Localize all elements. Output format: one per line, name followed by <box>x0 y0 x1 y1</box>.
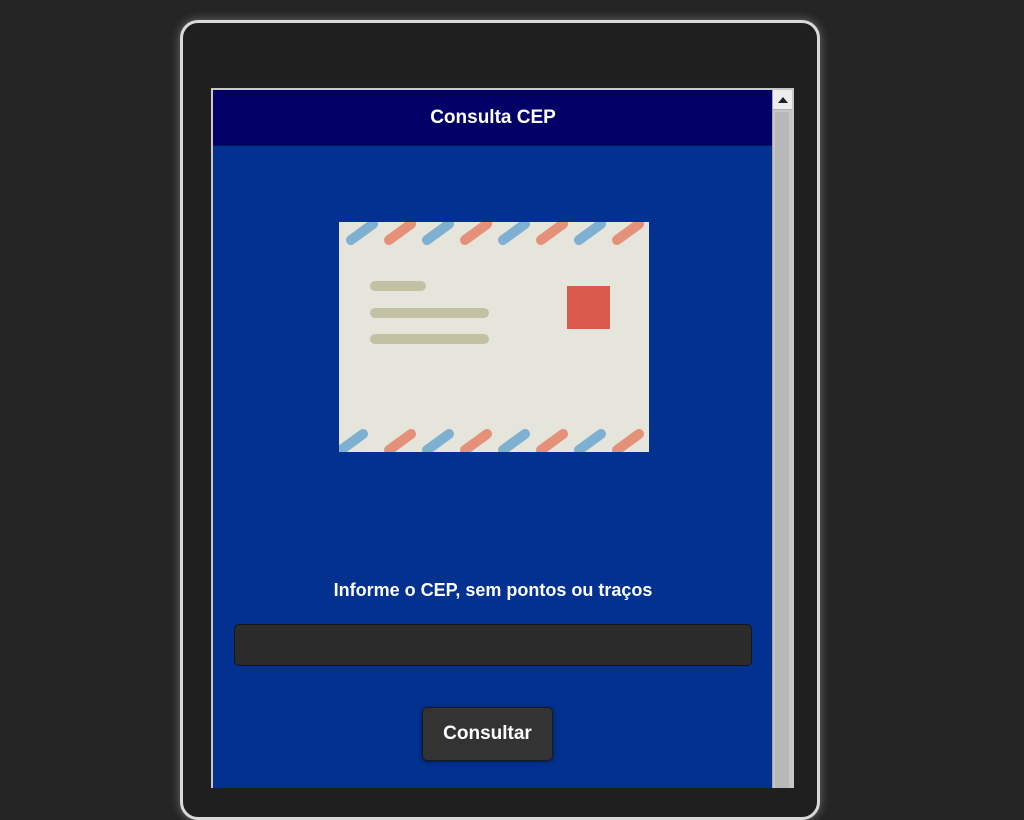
cep-input[interactable] <box>234 624 752 666</box>
chevron-up-icon <box>777 96 788 103</box>
cep-instruction-label: Informe o CEP, sem pontos ou traços <box>333 580 653 600</box>
consultar-button[interactable]: Consultar <box>422 707 553 761</box>
scrollbar-thumb[interactable] <box>775 112 789 788</box>
app-screen: Consulta CEP Informe o CEP, sem pontos o… <box>211 88 794 788</box>
page-title: Consulta CEP <box>430 106 556 128</box>
vertical-scrollbar[interactable] <box>772 90 792 788</box>
scroll-up-button[interactable] <box>773 90 792 110</box>
envelope-icon <box>339 222 649 452</box>
page-header: Consulta CEP <box>213 90 773 146</box>
